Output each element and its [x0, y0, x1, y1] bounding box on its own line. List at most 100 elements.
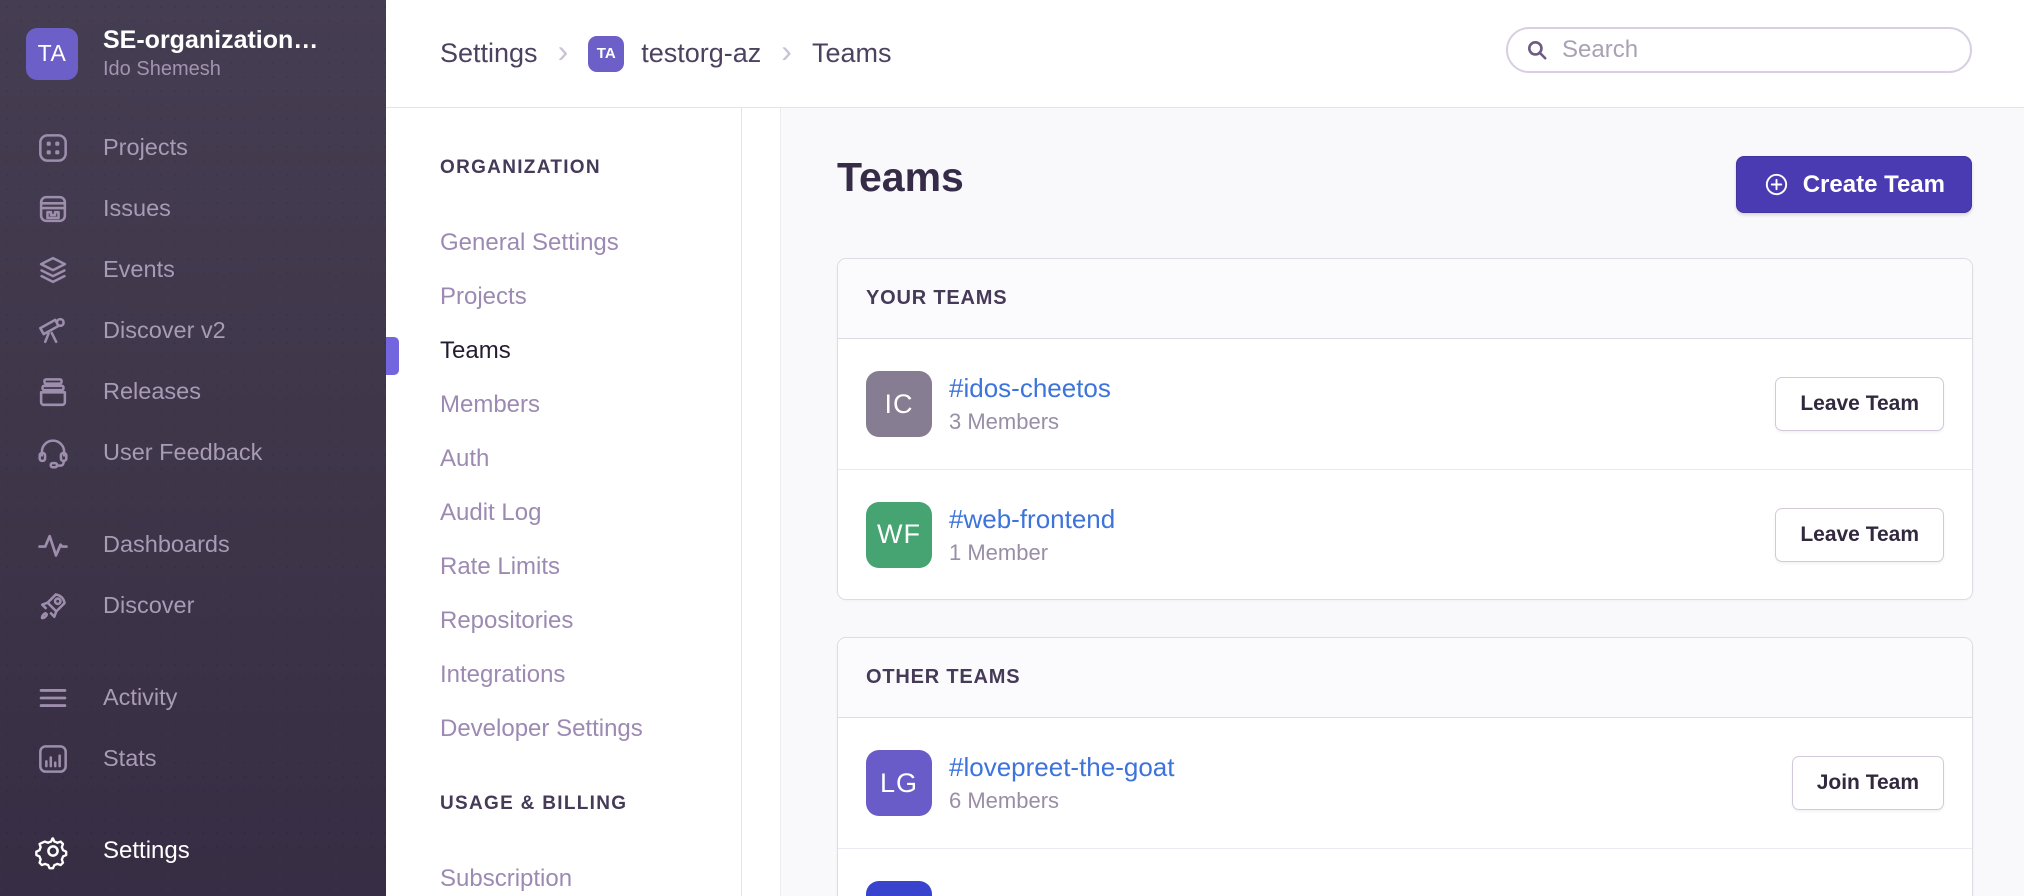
settings-nav-item-projects[interactable]: Projects — [440, 270, 741, 324]
team-members-count: 3 Members — [949, 409, 1111, 435]
app-sidebar: TA SE-organization… Ido Shemesh — [0, 0, 386, 896]
breadcrumb: Settings › TA testorg-az › Teams — [440, 36, 891, 72]
sidebar-item-label: Stats — [103, 745, 157, 772]
team-row: LG #lovepreet-the-goat 6 Members Join Te… — [838, 718, 1972, 848]
team-avatar: IC — [866, 371, 932, 437]
team-row-partial — [838, 848, 1972, 896]
projects-grid-icon — [33, 128, 73, 168]
telescope-icon — [33, 311, 73, 351]
team-members-count: 1 Member — [949, 540, 1115, 566]
settings-nav-item-teams[interactable]: Teams — [440, 324, 741, 378]
sidebar-item-settings[interactable]: Settings — [0, 820, 386, 881]
team-link[interactable]: #lovepreet-the-goat — [949, 752, 1174, 783]
user-feedback-headset-icon — [33, 433, 73, 473]
panel-header: YOUR TEAMS — [838, 259, 1972, 339]
settings-nav-item-audit-log[interactable]: Audit Log — [440, 486, 741, 540]
team-row: WF #web-frontend 1 Member Leave Team — [838, 469, 1972, 599]
page-title: Teams — [837, 154, 964, 201]
org-switcher[interactable]: TA SE-organization… Ido Shemesh — [0, 0, 386, 91]
sidebar-item-label: Discover — [103, 592, 194, 619]
settings-nav-section-title: ORGANIZATION — [440, 156, 741, 180]
sidebar-item-label: Projects — [103, 134, 188, 161]
sidebar-active-indicator — [386, 337, 399, 375]
team-info: #web-frontend 1 Member — [949, 504, 1115, 566]
team-info: #lovepreet-the-goat 6 Members — [949, 752, 1174, 814]
settings-nav-item-general-settings[interactable]: General Settings — [440, 216, 741, 270]
join-team-button[interactable]: Join Team — [1792, 756, 1944, 810]
activity-lines-icon — [33, 678, 73, 718]
sidebar-item-label: Issues — [103, 195, 171, 222]
sidebar-item-label: User Feedback — [103, 439, 262, 466]
top-bar: Settings › TA testorg-az › Teams — [386, 0, 2024, 108]
settings-secondary-nav: ORGANIZATION General Settings Projects T… — [386, 108, 742, 896]
team-link[interactable]: #web-frontend — [949, 504, 1115, 535]
org-user-name: Ido Shemesh — [103, 58, 318, 81]
your-teams-panel: YOUR TEAMS IC #idos-cheetos 3 Members Le… — [837, 258, 1973, 600]
settings-nav-item-rate-limits[interactable]: Rate Limits — [440, 540, 741, 594]
events-layers-icon — [33, 250, 73, 290]
create-team-label: Create Team — [1803, 171, 1945, 199]
team-info: #idos-cheetos 3 Members — [949, 373, 1111, 435]
settings-nav-item-members[interactable]: Members — [440, 378, 741, 432]
sidebar-item-user-feedback[interactable]: User Feedback — [0, 422, 386, 483]
org-name: SE-organization… — [103, 26, 318, 55]
breadcrumb-settings-link[interactable]: Settings — [440, 38, 538, 69]
org-avatar: TA — [26, 28, 78, 80]
sidebar-item-events[interactable]: Events — [0, 239, 386, 300]
settings-nav-item-subscription[interactable]: Subscription — [440, 852, 741, 896]
team-link[interactable]: #idos-cheetos — [949, 373, 1111, 404]
sidebar-nav: Projects Issues — [0, 117, 386, 881]
dashboards-pulse-icon — [33, 525, 73, 565]
sidebar-item-projects[interactable]: Projects — [0, 117, 386, 178]
sidebar-item-stats[interactable]: Stats — [0, 728, 386, 789]
search-input[interactable] — [1562, 36, 1954, 64]
sidebar-item-label: Discover v2 — [103, 317, 226, 344]
main-content: Teams Create Team YOUR TEAMS IC #idos-ch… — [742, 108, 2024, 896]
breadcrumb-org-label: testorg-az — [641, 38, 761, 69]
settings-nav-item-developer-settings[interactable]: Developer Settings — [440, 702, 741, 756]
team-row: IC #idos-cheetos 3 Members Leave Team — [838, 339, 1972, 469]
settings-nav-section-title: USAGE & BILLING — [440, 792, 741, 816]
leave-team-button[interactable]: Leave Team — [1775, 377, 1944, 431]
chevron-right-icon: › — [558, 35, 569, 67]
issues-box-icon — [33, 189, 73, 229]
settings-nav-item-integrations[interactable]: Integrations — [440, 648, 741, 702]
sidebar-group-primary: Projects Issues — [0, 117, 386, 483]
org-meta: SE-organization… Ido Shemesh — [103, 26, 318, 81]
discover-rocket-icon — [33, 586, 73, 626]
team-members-count: 6 Members — [949, 788, 1174, 814]
breadcrumb-page-label[interactable]: Teams — [812, 38, 892, 69]
sidebar-item-label: Activity — [103, 684, 177, 711]
sidebar-group-dashboards: Dashboards Discover — [0, 514, 386, 636]
create-team-button[interactable]: Create Team — [1736, 156, 1972, 213]
sentry-settings-teams-page: TA SE-organization… Ido Shemesh — [0, 0, 2024, 896]
org-badge: TA — [588, 36, 624, 72]
search-icon — [1524, 37, 1550, 63]
sidebar-item-label: Releases — [103, 378, 201, 405]
settings-nav-item-repositories[interactable]: Repositories — [440, 594, 741, 648]
sidebar-item-label: Settings — [103, 837, 190, 865]
team-avatar — [866, 881, 932, 896]
panel-header: OTHER TEAMS — [838, 638, 1972, 718]
breadcrumb-org-link[interactable]: TA testorg-az — [588, 36, 761, 72]
sidebar-item-issues[interactable]: Issues — [0, 178, 386, 239]
sidebar-item-discover[interactable]: Discover — [0, 575, 386, 636]
stats-chart-icon — [33, 739, 73, 779]
settings-nav-item-auth[interactable]: Auth — [440, 432, 741, 486]
releases-archive-icon — [33, 372, 73, 412]
leave-team-button[interactable]: Leave Team — [1775, 508, 1944, 562]
sidebar-item-discover-v2[interactable]: Discover v2 — [0, 300, 386, 361]
search-box[interactable] — [1506, 27, 1972, 73]
gear-icon — [33, 831, 73, 871]
sidebar-item-label: Dashboards — [103, 531, 230, 558]
team-avatar: WF — [866, 502, 932, 568]
chevron-right-icon: › — [781, 35, 792, 67]
teams-panels: YOUR TEAMS IC #idos-cheetos 3 Members Le… — [837, 258, 1973, 896]
other-teams-panel: OTHER TEAMS LG #lovepreet-the-goat 6 Mem… — [837, 637, 1973, 896]
sidebar-item-activity[interactable]: Activity — [0, 667, 386, 728]
sidebar-item-dashboards[interactable]: Dashboards — [0, 514, 386, 575]
circle-plus-icon — [1763, 171, 1790, 198]
team-avatar: LG — [866, 750, 932, 816]
sidebar-item-releases[interactable]: Releases — [0, 361, 386, 422]
sidebar-group-activity: Activity Stats — [0, 667, 386, 789]
